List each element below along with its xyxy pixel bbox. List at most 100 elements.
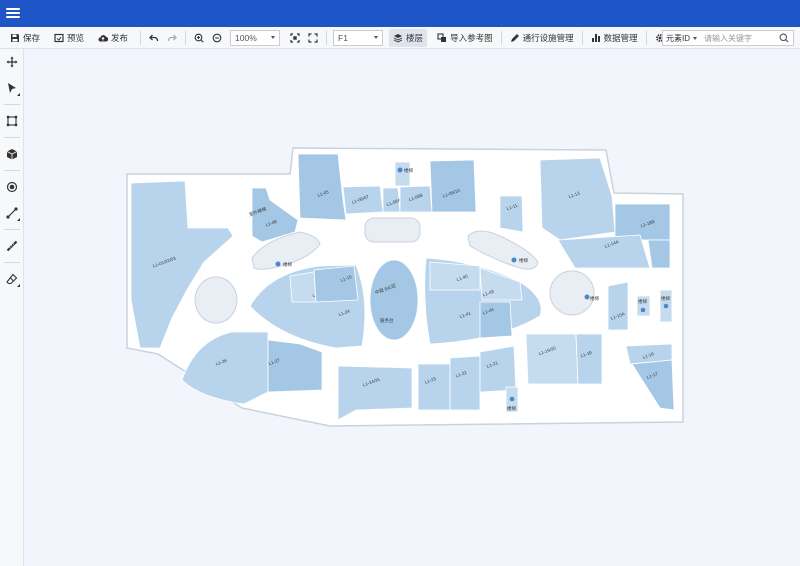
select-tool[interactable] bbox=[0, 75, 24, 101]
stair-marker-icon[interactable] bbox=[640, 307, 646, 313]
stair-label: 楼梯 bbox=[590, 295, 599, 302]
fit-view-icon bbox=[290, 32, 300, 43]
shop-l1-18[interactable] bbox=[575, 333, 603, 385]
save-button[interactable]: 保存 bbox=[6, 29, 44, 47]
zoom-out-button[interactable] bbox=[208, 29, 226, 47]
preview-label: 预览 bbox=[67, 32, 85, 43]
shop-l1-09-10[interactable] bbox=[429, 159, 477, 213]
import-reference-label: 导入参考图 bbox=[450, 32, 493, 43]
stair-area[interactable] bbox=[394, 161, 411, 187]
pencil-icon bbox=[510, 33, 519, 42]
point-icon bbox=[6, 181, 18, 193]
stair-marker-icon[interactable] bbox=[511, 257, 517, 263]
stair-marker-icon[interactable] bbox=[397, 167, 403, 173]
redo-button[interactable] bbox=[163, 29, 181, 47]
sidebar-divider bbox=[4, 170, 20, 171]
sidebar-divider bbox=[4, 104, 20, 105]
expand-corner-icon bbox=[17, 218, 20, 221]
undo-icon bbox=[149, 34, 159, 41]
shop-l1-18b-ext[interactable] bbox=[647, 239, 671, 269]
search-type-select[interactable]: 元素ID bbox=[663, 33, 700, 44]
fullscreen-button[interactable] bbox=[304, 29, 322, 47]
move-tool[interactable] bbox=[0, 49, 24, 75]
chevron-down-icon bbox=[693, 36, 697, 40]
toolbar-divider bbox=[581, 30, 583, 45]
line-tool[interactable] bbox=[0, 200, 24, 226]
toolbar-divider bbox=[140, 30, 142, 45]
layers-button[interactable]: 楼层 bbox=[389, 28, 428, 47]
atrium-void-top bbox=[364, 217, 421, 243]
circular-void-left bbox=[194, 276, 238, 324]
data-management-label: 数据管理 bbox=[603, 32, 638, 43]
polygon-tool[interactable] bbox=[0, 108, 24, 134]
expand-corner-icon bbox=[17, 93, 20, 96]
facility-management-button[interactable]: 通行设施管理 bbox=[506, 29, 578, 47]
save-label: 保存 bbox=[23, 32, 41, 43]
shop-l1-14a[interactable] bbox=[557, 234, 651, 269]
stair-marker-icon[interactable] bbox=[584, 294, 590, 300]
stair-label: 楼梯 bbox=[638, 298, 647, 305]
shop-l1-11[interactable] bbox=[499, 195, 524, 233]
search-icon[interactable] bbox=[779, 33, 789, 43]
stair-label: 楼梯 bbox=[283, 261, 292, 268]
zoom-in-icon bbox=[194, 33, 204, 43]
floor-select[interactable]: F1 bbox=[333, 29, 384, 46]
shop-l1-05[interactable] bbox=[297, 153, 347, 221]
shop-l1-23[interactable] bbox=[417, 363, 451, 411]
shop-l1-22[interactable] bbox=[449, 355, 481, 411]
layers-label: 楼层 bbox=[406, 32, 424, 43]
import-reference-button[interactable]: 导入参考图 bbox=[433, 29, 497, 47]
shop-l1-19-20[interactable] bbox=[525, 333, 579, 385]
facility-management-label: 通行设施管理 bbox=[522, 32, 574, 43]
shop-l1-13[interactable] bbox=[539, 157, 616, 241]
map-canvas[interactable]: L1-01/02/03 L1-08 室外楼梯 L1-05 L1-06/07 L1… bbox=[25, 49, 800, 566]
save-icon bbox=[11, 33, 19, 42]
shop-l1-44[interactable] bbox=[479, 301, 513, 339]
stair-marker-icon[interactable] bbox=[275, 261, 281, 267]
stair-label: 楼梯 bbox=[404, 167, 413, 174]
stair-label: 楼梯 bbox=[661, 295, 670, 302]
sidebar-divider bbox=[4, 137, 20, 138]
shop-l1-40[interactable] bbox=[429, 261, 481, 291]
fullscreen-icon bbox=[308, 32, 318, 43]
search-input[interactable] bbox=[704, 33, 776, 43]
tool-sidebar bbox=[0, 49, 24, 566]
app-header bbox=[0, 0, 800, 27]
cloud-upload-icon bbox=[98, 34, 109, 41]
zoom-in-button[interactable] bbox=[190, 29, 208, 47]
toolbar-divider bbox=[645, 30, 647, 45]
fit-view-button[interactable] bbox=[286, 29, 304, 47]
stair-marker-icon[interactable] bbox=[663, 303, 669, 309]
shop-l1-15-b[interactable] bbox=[313, 265, 359, 303]
publish-label: 发布 bbox=[111, 32, 129, 43]
publish-button[interactable]: 发布 bbox=[94, 29, 132, 47]
island-center[interactable] bbox=[369, 259, 419, 341]
extrude-tool[interactable] bbox=[0, 141, 24, 167]
shop-l1-32[interactable] bbox=[289, 271, 317, 303]
undo-button[interactable] bbox=[145, 29, 163, 47]
layers-icon bbox=[393, 33, 403, 43]
measure-tool[interactable] bbox=[0, 233, 24, 259]
image-import-icon bbox=[437, 32, 447, 42]
search-type-value: 元素ID bbox=[666, 33, 690, 43]
chevron-down-icon bbox=[374, 36, 379, 39]
stair-marker-icon[interactable] bbox=[509, 396, 515, 402]
toolbar-divider bbox=[500, 30, 502, 45]
floor-plan[interactable]: L1-01/02/03 L1-08 室外楼梯 L1-05 L1-06/07 L1… bbox=[25, 49, 800, 566]
stair-label: 楼梯 bbox=[519, 257, 528, 264]
zoom-select[interactable]: 100% bbox=[230, 29, 281, 46]
area-label-service-desk: 服务台 bbox=[380, 317, 394, 324]
expand-corner-icon bbox=[17, 284, 20, 287]
shop-l1-21[interactable] bbox=[479, 345, 517, 393]
point-tool[interactable] bbox=[0, 174, 24, 200]
move-icon bbox=[6, 56, 18, 68]
shop-l1-15a[interactable] bbox=[607, 281, 629, 331]
preview-button[interactable]: 预览 bbox=[50, 29, 88, 47]
eraser-tool[interactable] bbox=[0, 266, 24, 292]
menu-icon[interactable] bbox=[6, 6, 20, 20]
circular-void-right bbox=[549, 270, 595, 316]
data-management-button[interactable]: 数据管理 bbox=[587, 29, 642, 47]
toolbar-divider bbox=[185, 30, 187, 45]
preview-icon bbox=[54, 33, 64, 42]
polygon-icon bbox=[6, 115, 18, 127]
